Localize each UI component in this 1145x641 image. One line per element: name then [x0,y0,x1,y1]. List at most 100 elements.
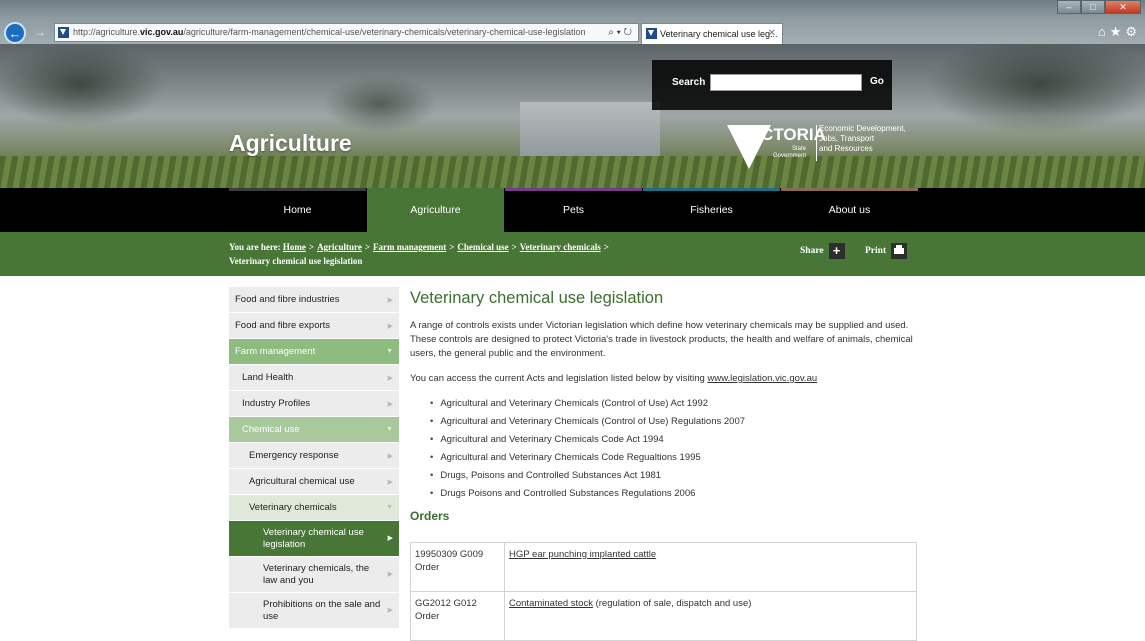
nav-home[interactable]: Home [229,188,366,232]
arrow-right-icon: ▶ [387,478,393,486]
tab-favicon-icon [646,28,657,39]
intro-paragraph: A range of controls exists under Victori… [410,320,913,359]
order-description: HGP ear punching implanted cattle [504,542,917,592]
sidebar-item-label: Food and fibre exports [235,320,331,331]
sidebar-item-label: Agricultural chemical use [249,476,355,487]
nav-agriculture[interactable]: Agriculture [367,188,504,232]
printer-icon [891,243,908,259]
settings-gear-icon[interactable]: ⚙ [1125,24,1141,39]
list-item: Agricultural and Veterinary Chemicals Co… [430,431,920,449]
favorites-star-icon[interactable]: ★ [1110,24,1126,39]
sidebar-nav: Food and fibre industries ▶ Food and fib… [229,287,399,629]
site-title[interactable]: Agriculture [229,130,352,157]
breadcrumb-farm-management[interactable]: Farm management [373,242,446,252]
breadcrumb-current: Veterinary chemical use legislation [229,256,363,266]
list-item: Agricultural and Veterinary Chemicals Co… [430,449,920,467]
print-button[interactable]: Print [865,243,908,259]
address-bar[interactable]: http://agriculture.vic.gov.au/agricultur… [54,23,639,42]
site-header-banner: Agriculture Search Go VICTORIA State Gov… [0,44,1145,188]
nav-agriculture-bar [367,188,504,191]
breadcrumb-home[interactable]: Home [283,242,306,252]
tab-close-icon[interactable]: ✕ [768,24,776,44]
breadcrumb-separator: > [364,242,371,252]
sidebar-item-food-and-fibre-industries[interactable]: Food and fibre industries ▶ [229,287,399,313]
sidebar-item-food-and-fibre-exports[interactable]: Food and fibre exports ▶ [229,313,399,339]
sidebar-item-agricultural-chemical-use[interactable]: Agricultural chemical use ▶ [229,469,399,495]
minimize-icon[interactable]: – [1057,0,1081,14]
sidebar-item-label: Veterinary chemical use legislation [263,526,364,550]
sidebar-item-veterinary-chemicals-the-law[interactable]: Veterinary chemicals, the law and you ▶ [229,557,399,593]
sidebar-item-label: Food and fibre industries [235,294,340,305]
order-rest: (regulation of sale, dispatch and use) [592,598,752,609]
sidebar-item-label: Veterinary chemicals [249,502,337,513]
nav-fisheries[interactable]: Fisheries [643,188,780,232]
arrow-right-icon: ▶ [387,296,393,304]
nav-home-bar [229,188,366,191]
breadcrumb-agriculture[interactable]: Agriculture [317,242,362,252]
arrow-right-icon: ▶ [387,322,393,330]
nav-pets[interactable]: Pets [505,188,642,232]
tab-title: Veterinary chemical use leg... [660,29,778,39]
dept-line-1: Economic Development, [819,124,906,133]
share-button[interactable]: Share + [800,243,845,259]
arrow-down-icon: ▼ [386,348,393,355]
order-link[interactable]: Contaminated stock [509,598,593,609]
logo-sub: State Government [773,146,807,159]
sidebar-item-industry-profiles[interactable]: Industry Profiles ▶ [229,391,399,417]
arrow-right-icon: ▶ [387,534,393,542]
order-description: Contaminated stock (regulation of sale, … [504,591,917,641]
nav-pets-label: Pets [562,204,584,216]
nav-about-us[interactable]: About us [781,188,918,232]
breadcrumb-separator: > [449,242,455,252]
url-path: /agriculture/farm-management/chemical-us… [183,27,586,37]
logo-word: VICTORIA [745,125,826,144]
arrow-right-icon: ▶ [387,452,393,460]
breadcrumb-separator: > [308,242,315,252]
sidebar-item-farm-management[interactable]: Farm management ▼ [229,339,399,365]
search-input[interactable] [710,74,862,91]
list-item: Agricultural and Veterinary Chemicals (C… [430,395,920,413]
department-name: Economic Development, Jobs, Transport an… [819,124,929,154]
share-label: Share [800,246,824,256]
back-button[interactable]: ← [4,22,26,44]
home-icon[interactable]: ⌂ [1098,24,1110,39]
main-navigation: Home Agriculture Pets Fisheries About us [0,188,1145,232]
sidebar-item-veterinary-chemical-use-legislation[interactable]: Veterinary chemical use legislation ▶ [229,521,399,557]
nav-agriculture-label: Agriculture [410,204,461,216]
main-content: Veterinary chemical use legislation A ra… [410,287,920,641]
order-link[interactable]: HGP ear punching implanted cattle [509,549,656,560]
table-row: 19950309 G009 Order HGP ear punching imp… [410,542,917,592]
nav-about-us-bar [781,188,918,191]
legislation-link[interactable]: www.legislation.vic.gov.au [707,373,817,384]
orders-table: 19950309 G009 Order HGP ear punching imp… [410,542,917,641]
logo-divider [816,125,817,161]
sidebar-item-emergency-response[interactable]: Emergency response ▶ [229,443,399,469]
browser-tab[interactable]: Veterinary chemical use leg... ✕ [641,23,783,44]
sidebar-item-chemical-use[interactable]: Chemical use ▼ [229,417,399,443]
browser-toolbar-icons: ⌂★⚙ [1098,24,1141,40]
page-title: Veterinary chemical use legislation [410,289,664,307]
forward-button[interactable]: → [30,22,50,42]
sidebar-item-label: Prohibitions on the sale and use [263,598,381,622]
address-bar-icons[interactable]: ⌕ ▾ ↻ [608,24,632,41]
sidebar-item-label: Veterinary chemicals, the law and you [263,562,370,586]
sidebar-item-land-health[interactable]: Land Health ▶ [229,365,399,391]
breadcrumb-veterinary-chemicals[interactable]: Veterinary chemicals [520,242,601,252]
url-prefix: http://agriculture. [73,27,141,37]
sidebar-item-label: Chemical use [242,424,300,435]
search-go-button[interactable]: Go [870,76,884,87]
breadcrumb-separator: > [603,242,609,252]
acts-list: Agricultural and Veterinary Chemicals (C… [430,395,920,503]
list-item: Drugs Poisons and Controlled Substances … [430,485,920,503]
site-favicon-icon [58,27,69,38]
arrow-right-icon: ▶ [387,374,393,382]
sidebar-item-veterinary-chemicals[interactable]: Veterinary chemicals ▼ [229,495,399,521]
window-controls: – □ ✕ [1057,0,1141,14]
close-window-icon[interactable]: ✕ [1105,0,1141,14]
sidebar-item-prohibitions[interactable]: Prohibitions on the sale and use ▶ [229,593,399,629]
arrow-down-icon: ▼ [386,504,393,511]
breadcrumb-chemical-use[interactable]: Chemical use [457,242,508,252]
maximize-icon[interactable]: □ [1081,0,1105,14]
order-code: GG2012 G012 Order [410,591,505,641]
table-row: GG2012 G012 Order Contaminated stock (re… [410,591,917,641]
